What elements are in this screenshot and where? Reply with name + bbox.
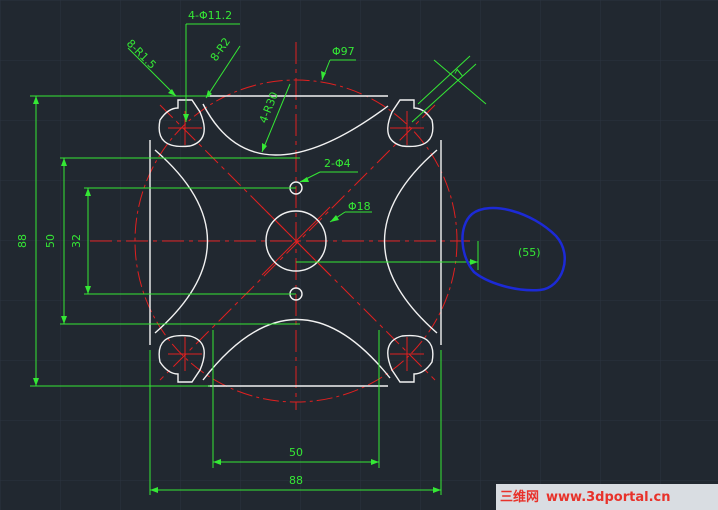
label-height-88: 88	[16, 234, 29, 248]
background-grid	[0, 0, 718, 510]
label-width-50: 50	[289, 446, 303, 459]
label-ref-55: (55)	[518, 246, 541, 259]
watermark-brand: 三维网	[500, 489, 539, 505]
label-circle-97: Φ97	[332, 45, 355, 58]
label-height-50: 50	[44, 234, 57, 248]
label-height-32: 32	[70, 234, 83, 248]
label-bore-18: Φ18	[348, 200, 371, 213]
label-width-88: 88	[289, 474, 303, 487]
cad-drawing: 4-Φ11.2 8-R2 8-R1.5 Φ97 4-R30 7 2-Φ4 Φ18…	[0, 0, 718, 510]
watermark: 三维网 www.3dportal.cn	[496, 484, 718, 510]
cad-viewport[interactable]: 4-Φ11.2 8-R2 8-R1.5 Φ97 4-R30 7 2-Φ4 Φ18…	[0, 0, 718, 510]
label-holes-2x: 2-Φ4	[324, 157, 351, 170]
label-holes-4x: 4-Φ11.2	[188, 9, 232, 22]
watermark-url: www.3dportal.cn	[546, 490, 670, 505]
